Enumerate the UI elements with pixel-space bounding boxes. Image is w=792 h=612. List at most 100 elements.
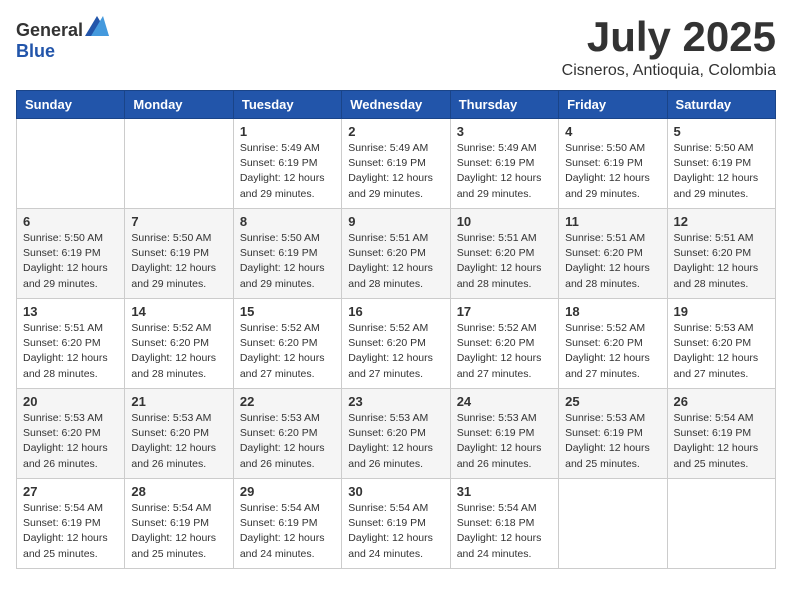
- calendar-cell: 30 Sunrise: 5:54 AMSunset: 6:19 PMDayligh…: [342, 479, 450, 569]
- day-number: 8: [240, 214, 335, 229]
- day-info: Sunrise: 5:54 AMSunset: 6:18 PMDaylight:…: [457, 501, 552, 562]
- day-info: Sunrise: 5:50 AMSunset: 6:19 PMDaylight:…: [565, 141, 660, 202]
- calendar-cell: 28 Sunrise: 5:54 AMSunset: 6:19 PMDayligh…: [125, 479, 233, 569]
- calendar-cell: 26 Sunrise: 5:54 AMSunset: 6:19 PMDayligh…: [667, 389, 775, 479]
- day-number: 26: [674, 394, 769, 409]
- day-number: 28: [131, 484, 226, 499]
- day-number: 13: [23, 304, 118, 319]
- calendar-cell: 11 Sunrise: 5:51 AMSunset: 6:20 PMDayligh…: [559, 209, 667, 299]
- day-info: Sunrise: 5:50 AMSunset: 6:19 PMDaylight:…: [240, 231, 335, 292]
- calendar-cell: 6 Sunrise: 5:50 AMSunset: 6:19 PMDaylight…: [17, 209, 125, 299]
- day-info: Sunrise: 5:51 AMSunset: 6:20 PMDaylight:…: [565, 231, 660, 292]
- weekday-header-tuesday: Tuesday: [233, 91, 341, 119]
- calendar-cell: 27Sunrise: 5:54 AMSunset: 6:19 PMDayligh…: [17, 479, 125, 569]
- day-info: Sunrise: 5:51 AMSunset: 6:20 PMDaylight:…: [23, 321, 118, 382]
- day-number: 23: [348, 394, 443, 409]
- day-number: 11: [565, 214, 660, 229]
- week-row-5: 27 Sunrise: 5:54 AMSunset: 6:19 PMDayligh…: [17, 479, 776, 569]
- calendar-cell: 18 Sunrise: 5:52 AMSunset: 6:20 PMDayligh…: [559, 299, 667, 389]
- weekday-header-monday: Monday: [125, 91, 233, 119]
- day-number: 30: [348, 484, 443, 499]
- week-row-4: 20 Sunrise: 5:53 AMSunset: 6:20 PMDayligh…: [17, 389, 776, 479]
- location-title: Cisneros, Antioquia, Colombia: [562, 62, 776, 80]
- calendar-cell: 23Sunrise: 5:53 AMSunset: 6:20 PMDayligh…: [342, 389, 450, 479]
- day-number: 31: [457, 484, 552, 499]
- day-number: 15: [240, 304, 335, 319]
- calendar-cell: 13 Sunrise: 5:51 AMSunset: 6:20 PMDayligh…: [17, 299, 125, 389]
- weekday-header-wednesday: Wednesday: [342, 91, 450, 119]
- calendar-cell: 25Sunrise: 5:53 AMSunset: 6:19 PMDayligh…: [559, 389, 667, 479]
- weekday-header-thursday: Thursday: [450, 91, 558, 119]
- calendar-cell: 22 Sunrise: 5:53 AMSunset: 6:20 PMDayligh…: [233, 389, 341, 479]
- calendar-cell: 20 Sunrise: 5:53 AMSunset: 6:20 PMDayligh…: [17, 389, 125, 479]
- day-info: Sunrise: 5:53 AMSunset: 6:19 PMDaylight:…: [457, 411, 552, 472]
- calendar-cell: 16Sunrise: 5:52 AMSunset: 6:20 PMDayligh…: [342, 299, 450, 389]
- calendar-cell: 9 Sunrise: 5:51 AMSunset: 6:20 PMDaylight…: [342, 209, 450, 299]
- day-number: 18: [565, 304, 660, 319]
- day-number: 9: [348, 214, 443, 229]
- week-row-2: 6 Sunrise: 5:50 AMSunset: 6:19 PMDaylight…: [17, 209, 776, 299]
- calendar-cell: 17Sunrise: 5:52 AMSunset: 6:20 PMDayligh…: [450, 299, 558, 389]
- calendar-cell: 2 Sunrise: 5:49 AMSunset: 6:19 PMDaylight…: [342, 119, 450, 209]
- day-number: 10: [457, 214, 552, 229]
- day-info: Sunrise: 5:51 AMSunset: 6:20 PMDaylight:…: [348, 231, 443, 292]
- day-info: Sunrise: 5:53 AMSunset: 6:20 PMDaylight:…: [240, 411, 335, 472]
- day-number: 25: [565, 394, 660, 409]
- day-info: Sunrise: 5:49 AMSunset: 6:19 PMDaylight:…: [240, 141, 335, 202]
- day-info: Sunrise: 5:50 AMSunset: 6:19 PMDaylight:…: [674, 141, 769, 202]
- week-row-1: 1 Sunrise: 5:49 AMSunset: 6:19 PMDaylight…: [17, 119, 776, 209]
- weekday-header-row: SundayMondayTuesdayWednesdayThursdayFrid…: [17, 91, 776, 119]
- day-number: 12: [674, 214, 769, 229]
- day-info: Sunrise: 5:52 AMSunset: 6:20 PMDaylight:…: [565, 321, 660, 382]
- calendar-cell: [125, 119, 233, 209]
- day-info: Sunrise: 5:52 AMSunset: 6:20 PMDaylight:…: [457, 321, 552, 382]
- calendar-cell: 5 Sunrise: 5:50 AMSunset: 6:19 PMDaylight…: [667, 119, 775, 209]
- calendar-cell: 31 Sunrise: 5:54 AMSunset: 6:18 PMDayligh…: [450, 479, 558, 569]
- calendar-cell: [17, 119, 125, 209]
- day-info: Sunrise: 5:51 AMSunset: 6:20 PMDaylight:…: [457, 231, 552, 292]
- day-number: 5: [674, 124, 769, 139]
- day-info: Sunrise: 5:52 AMSunset: 6:20 PMDaylight:…: [348, 321, 443, 382]
- day-number: 6: [23, 214, 118, 229]
- weekday-header-sunday: Sunday: [17, 91, 125, 119]
- day-number: 27: [23, 484, 118, 499]
- weekday-header-friday: Friday: [559, 91, 667, 119]
- calendar-table: SundayMondayTuesdayWednesdayThursdayFrid…: [16, 90, 776, 569]
- calendar-cell: 10 Sunrise: 5:51 AMSunset: 6:20 PMDayligh…: [450, 209, 558, 299]
- logo-icon: [85, 16, 109, 36]
- day-info: Sunrise: 5:53 AMSunset: 6:20 PMDaylight:…: [674, 321, 769, 382]
- day-number: 19: [674, 304, 769, 319]
- day-info: Sunrise: 5:54 AMSunset: 6:19 PMDaylight:…: [348, 501, 443, 562]
- day-info: Sunrise: 5:54 AMSunset: 6:19 PMDaylight:…: [674, 411, 769, 472]
- calendar-cell: 14 Sunrise: 5:52 AMSunset: 6:20 PMDayligh…: [125, 299, 233, 389]
- day-number: 20: [23, 394, 118, 409]
- weekday-header-saturday: Saturday: [667, 91, 775, 119]
- day-number: 22: [240, 394, 335, 409]
- day-info: Sunrise: 5:53 AMSunset: 6:20 PMDaylight:…: [131, 411, 226, 472]
- calendar-cell: 4Sunrise: 5:50 AMSunset: 6:19 PMDaylight…: [559, 119, 667, 209]
- calendar-cell: 21 Sunrise: 5:53 AMSunset: 6:20 PMDayligh…: [125, 389, 233, 479]
- day-info: Sunrise: 5:49 AMSunset: 6:19 PMDaylight:…: [457, 141, 552, 202]
- calendar-cell: 15Sunrise: 5:52 AMSunset: 6:20 PMDayligh…: [233, 299, 341, 389]
- day-info: Sunrise: 5:54 AMSunset: 6:19 PMDaylight:…: [131, 501, 226, 562]
- logo-blue: Blue: [16, 41, 55, 61]
- day-number: 14: [131, 304, 226, 319]
- day-info: Sunrise: 5:49 AMSunset: 6:19 PMDaylight:…: [348, 141, 443, 202]
- calendar-cell: 8 Sunrise: 5:50 AMSunset: 6:19 PMDaylight…: [233, 209, 341, 299]
- day-info: Sunrise: 5:52 AMSunset: 6:20 PMDaylight:…: [131, 321, 226, 382]
- week-row-3: 13 Sunrise: 5:51 AMSunset: 6:20 PMDayligh…: [17, 299, 776, 389]
- calendar-cell: [667, 479, 775, 569]
- header: General Blue July 2025 Cisneros, Antioqu…: [16, 16, 776, 80]
- day-number: 1: [240, 124, 335, 139]
- day-info: Sunrise: 5:51 AMSunset: 6:20 PMDaylight:…: [674, 231, 769, 292]
- calendar-cell: [559, 479, 667, 569]
- day-info: Sunrise: 5:50 AMSunset: 6:19 PMDaylight:…: [23, 231, 118, 292]
- day-number: 21: [131, 394, 226, 409]
- calendar-body: 1 Sunrise: 5:49 AMSunset: 6:19 PMDaylight…: [17, 119, 776, 569]
- day-info: Sunrise: 5:53 AMSunset: 6:20 PMDaylight:…: [23, 411, 118, 472]
- calendar-cell: 19 Sunrise: 5:53 AMSunset: 6:20 PMDayligh…: [667, 299, 775, 389]
- calendar-cell: 7Sunrise: 5:50 AMSunset: 6:19 PMDaylight…: [125, 209, 233, 299]
- calendar-cell: 12 Sunrise: 5:51 AMSunset: 6:20 PMDayligh…: [667, 209, 775, 299]
- day-number: 7: [131, 214, 226, 229]
- day-number: 2: [348, 124, 443, 139]
